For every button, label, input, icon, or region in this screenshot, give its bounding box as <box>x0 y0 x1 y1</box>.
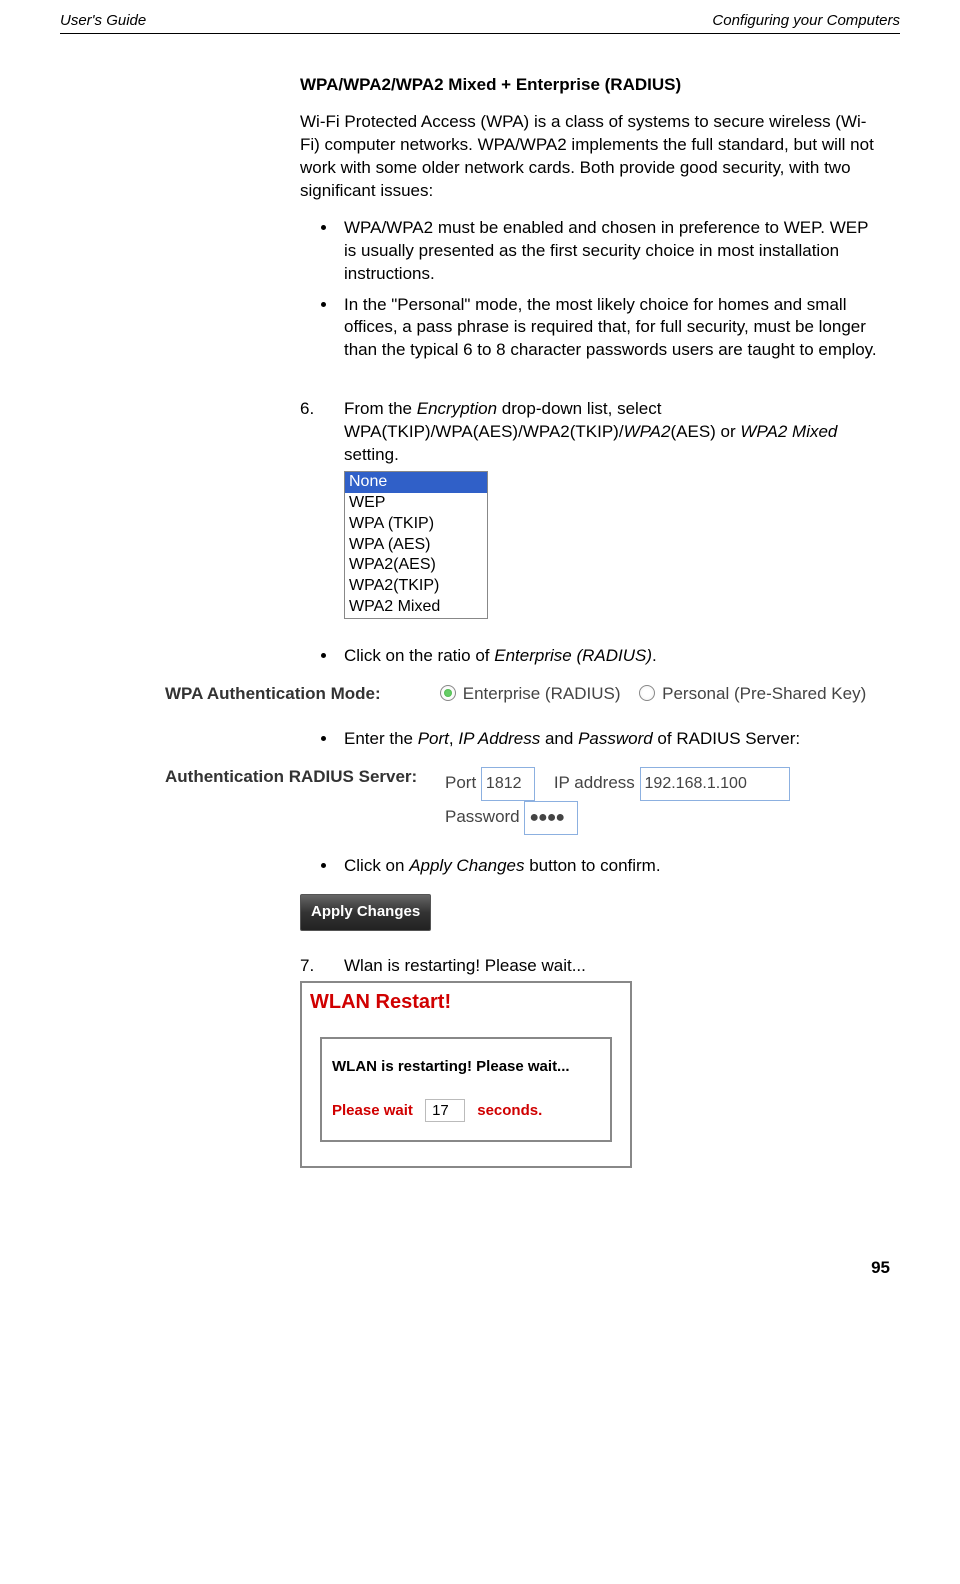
password-label: Password <box>445 807 520 826</box>
radio-enterprise-label: Enterprise (RADIUS) <box>463 684 621 703</box>
wlan-restart-title: WLAN Restart! <box>302 983 630 1017</box>
page-number: 95 <box>60 1258 900 1278</box>
port-input[interactable]: 1812 <box>481 767 535 801</box>
header-left: User's Guide <box>60 12 146 29</box>
wpa-auth-mode-row: WPA Authentication Mode: Enterprise (RAD… <box>165 684 900 704</box>
wlan-restart-message: WLAN is restarting! Please wait... <box>332 1057 600 1077</box>
encryption-dropdown[interactable]: None WEP WPA (TKIP) WPA (AES) WPA2(AES) … <box>344 471 488 619</box>
issue-item: In the "Personal" mode, the most likely … <box>338 294 880 363</box>
page-header: User's Guide Configuring your Computers <box>60 12 900 33</box>
password-input[interactable]: ●●●● <box>524 801 578 835</box>
step-number: 6. <box>300 398 314 421</box>
step-6: 6. From the Encryption drop-down list, s… <box>300 398 880 618</box>
header-rule <box>60 33 900 34</box>
step-text: Wlan is restarting! Please wait... <box>344 956 586 975</box>
ip-label: IP address <box>554 773 635 792</box>
dropdown-option[interactable]: WPA2(TKIP) <box>345 576 487 597</box>
dropdown-option[interactable]: WEP <box>345 493 487 514</box>
port-label: Port <box>445 773 476 792</box>
wlan-restart-panel: WLAN Restart! WLAN is restarting! Please… <box>300 981 632 1168</box>
step-bullet-apply: Click on Apply Changes button to confirm… <box>338 855 880 878</box>
section-title: WPA/WPA2/WPA2 Mixed + Enterprise (RADIUS… <box>300 74 880 97</box>
dropdown-option[interactable]: WPA (AES) <box>345 535 487 556</box>
issue-item: WPA/WPA2 must be enabled and chosen in p… <box>338 217 880 286</box>
apply-changes-button[interactable]: Apply Changes <box>300 894 431 930</box>
intro-paragraph: Wi-Fi Protected Access (WPA) is a class … <box>300 111 880 203</box>
step-7: 7. Wlan is restarting! Please wait... WL… <box>300 955 880 1169</box>
dropdown-option[interactable]: WPA2(AES) <box>345 555 487 576</box>
wlan-countdown: 17 <box>425 1099 465 1123</box>
radio-personal[interactable] <box>639 685 655 701</box>
step-bullet-radius: Enter the Port, IP Address and Password … <box>338 728 880 751</box>
radio-personal-label: Personal (Pre-Shared Key) <box>662 684 866 703</box>
radio-enterprise[interactable] <box>440 685 456 701</box>
wlan-wait-row: Please wait 17 seconds. <box>332 1099 600 1123</box>
radius-server-row: Authentication RADIUS Server: Port 1812 … <box>165 767 900 836</box>
issues-list: WPA/WPA2 must be enabled and chosen in p… <box>300 217 880 363</box>
step-number: 7. <box>300 955 314 978</box>
dropdown-option[interactable]: WPA2 Mixed <box>345 597 487 618</box>
ip-input[interactable]: 192.168.1.100 <box>640 767 790 801</box>
dropdown-option[interactable]: None <box>345 472 487 493</box>
header-right: Configuring your Computers <box>712 12 900 29</box>
dropdown-option[interactable]: WPA (TKIP) <box>345 514 487 535</box>
step-text: From the Encryption drop-down list, sele… <box>344 399 837 464</box>
wpa-auth-label: WPA Authentication Mode: <box>165 684 440 704</box>
step-bullet-radio: Click on the ratio of Enterprise (RADIUS… <box>338 645 880 668</box>
radius-label: Authentication RADIUS Server: <box>165 767 445 787</box>
